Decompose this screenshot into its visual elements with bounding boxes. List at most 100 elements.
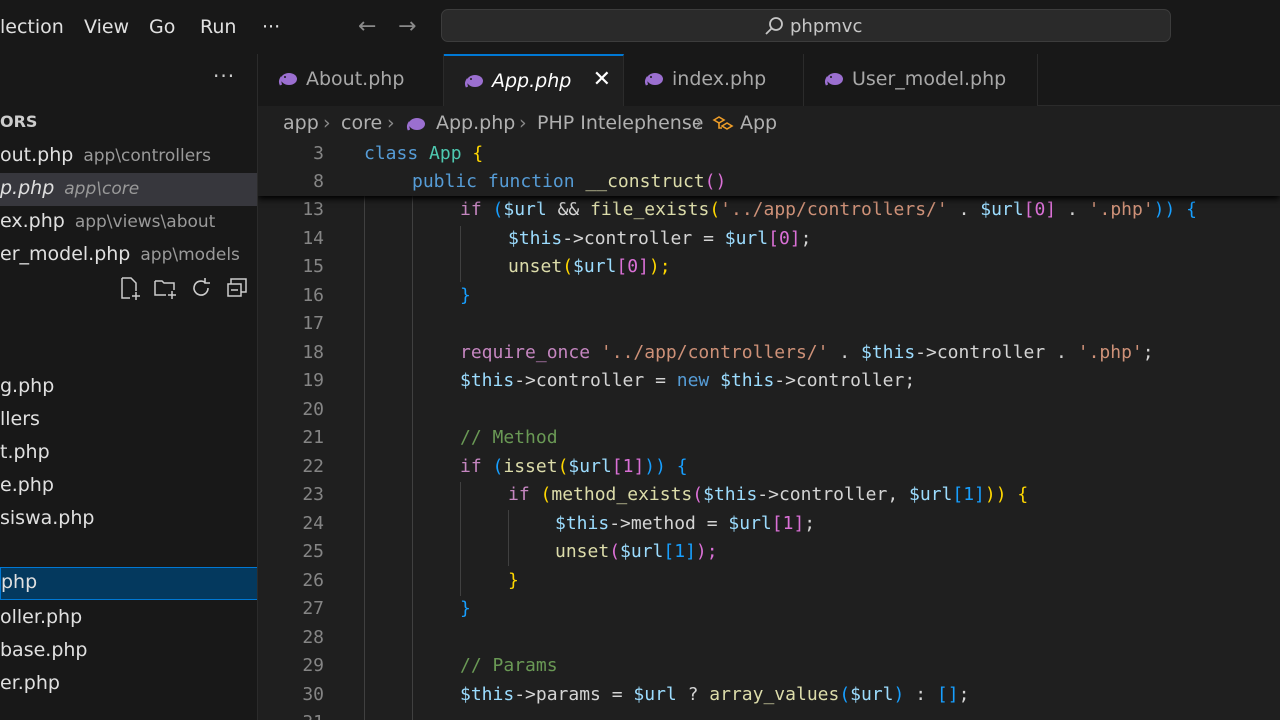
breadcrumb-item[interactable]: app (283, 112, 319, 134)
code-line: 25 unset($url[1]); (258, 538, 1280, 566)
keyword: public (412, 171, 478, 192)
code-line: 23 if (method_exists($this->controller, … (258, 481, 1280, 509)
code-text: $this->params = $url ? array_values($url… (460, 684, 969, 705)
tab-app-php[interactable]: App.php ✕ (444, 54, 624, 106)
property: ->controller (562, 228, 693, 249)
brace: } (508, 570, 519, 591)
code-text: class App { (364, 143, 483, 164)
line-number: 17 (302, 313, 324, 334)
php-elephant-icon (644, 73, 663, 86)
paren: ) (893, 684, 905, 705)
tree-item-label: t.php (0, 441, 50, 463)
operator: && (546, 199, 591, 220)
tree-item-selected[interactable]: php (0, 567, 257, 600)
open-editors-header[interactable]: ORS (0, 112, 37, 131)
command-center-search[interactable]: phpmvc (441, 9, 1171, 42)
open-editor-path: app\views\about (74, 212, 216, 232)
tree-item-label: llers (0, 408, 40, 430)
keyword: if (508, 484, 530, 505)
breadcrumb-item[interactable]: core (341, 112, 382, 134)
back-arrow-icon[interactable]: ← (358, 14, 376, 39)
tree-item-label: php (1, 571, 38, 593)
variable: $this (460, 370, 515, 391)
tree-item[interactable]: siswa.php (0, 503, 257, 536)
tree-item[interactable]: oller.php (0, 602, 257, 635)
collapse-all-icon[interactable] (225, 276, 249, 300)
tab-about-php[interactable]: About.php (258, 54, 444, 106)
menu-go[interactable]: Go (149, 16, 175, 38)
code-text: public function __construct() (412, 171, 726, 192)
comment: // Params (460, 655, 558, 676)
explorer-sidebar: ··· ORS out.php app\controllers p.php app\… (0, 54, 258, 720)
tree-item-label: base.php (0, 639, 88, 661)
keyword: if (460, 199, 482, 220)
paren: ); (695, 541, 718, 562)
code-editor[interactable]: 3 class App { 8 public function __constr… (258, 142, 1280, 720)
breadcrumb-item[interactable]: App (740, 112, 777, 134)
operator: : (904, 684, 937, 705)
operator: . (1045, 342, 1078, 363)
refresh-icon[interactable] (189, 276, 213, 300)
code-line: 17 (258, 310, 1280, 338)
variable: $this (709, 370, 775, 391)
property: ->method (609, 513, 696, 534)
menu-run[interactable]: Run (200, 16, 236, 38)
open-editor-index[interactable]: ex.php app\views\about (0, 206, 257, 239)
code-line: 30 $this->params = $url ? array_values($… (258, 681, 1280, 709)
tree-item-label: oller.php (0, 606, 83, 628)
paren: )) { (644, 456, 688, 477)
line-number: 15 (302, 256, 324, 277)
tree-item[interactable]: t.php (0, 437, 257, 470)
keyword: class (364, 143, 419, 164)
code-line: 19 $this->controller = new $this->contro… (258, 367, 1280, 395)
variable: $url (728, 513, 772, 534)
punctuation: ; (804, 513, 816, 534)
tree-item[interactable]: er.php (0, 668, 257, 701)
line-number: 18 (302, 342, 324, 363)
breadcrumb-item[interactable]: App.php (436, 112, 515, 134)
tree-item[interactable]: g.php (0, 371, 257, 404)
paren: ( (692, 484, 704, 505)
variable: $this (508, 228, 563, 249)
variable: $url (633, 684, 677, 705)
tab-user-model-php[interactable]: User_model.php (804, 54, 1038, 106)
keyword: function (487, 171, 575, 192)
property: ->controller (774, 370, 905, 391)
tree-item-label: siswa.php (0, 507, 95, 529)
open-editor-user-model[interactable]: er_model.php app\models (0, 239, 257, 272)
function-name: method_exists (551, 484, 693, 505)
menu-selection[interactable]: lection (0, 16, 64, 38)
line-number: 22 (302, 456, 324, 477)
operator: . (947, 199, 981, 220)
sidebar-more-icon[interactable]: ··· (213, 64, 235, 88)
string: '.php' (1077, 342, 1143, 363)
function-name: array_values (709, 684, 840, 705)
paren: ( (529, 484, 552, 505)
code-line: 14 $this->controller = $url[0]; (258, 225, 1280, 253)
new-file-icon[interactable] (118, 276, 142, 300)
open-editor-about[interactable]: out.php app\controllers (0, 140, 257, 173)
open-editor-name: out.php (0, 144, 74, 166)
line-number: 26 (302, 570, 324, 591)
forward-arrow-icon[interactable]: → (398, 14, 416, 39)
open-editor-app[interactable]: p.php app\core (0, 173, 257, 206)
code-line: 29 // Params (258, 652, 1280, 680)
keyword: new (676, 370, 710, 391)
breadcrumb-item[interactable]: PHP Intelephense (537, 112, 703, 134)
line-number: 28 (302, 627, 324, 648)
tab-label: index.php (672, 68, 767, 90)
open-editor-path: app\models (140, 245, 240, 265)
tab-index-php[interactable]: index.php (624, 54, 804, 106)
code-line: 22 if (isset($url[1])) { (258, 453, 1280, 481)
code-text: } (460, 285, 471, 306)
tree-item[interactable]: base.php (0, 635, 257, 668)
editor-tabs: About.php App.php ✕ index.php User_model… (258, 54, 1280, 106)
menu-more[interactable]: ··· (262, 16, 280, 38)
index: [0] (768, 228, 801, 249)
sticky-scroll-header: 3 class App { 8 public function __constr… (258, 142, 1280, 196)
new-folder-icon[interactable] (153, 276, 177, 300)
close-icon[interactable]: ✕ (593, 67, 611, 92)
tree-item[interactable]: e.php (0, 470, 257, 503)
tree-item[interactable]: llers (0, 404, 257, 437)
menu-view[interactable]: View (84, 16, 129, 38)
